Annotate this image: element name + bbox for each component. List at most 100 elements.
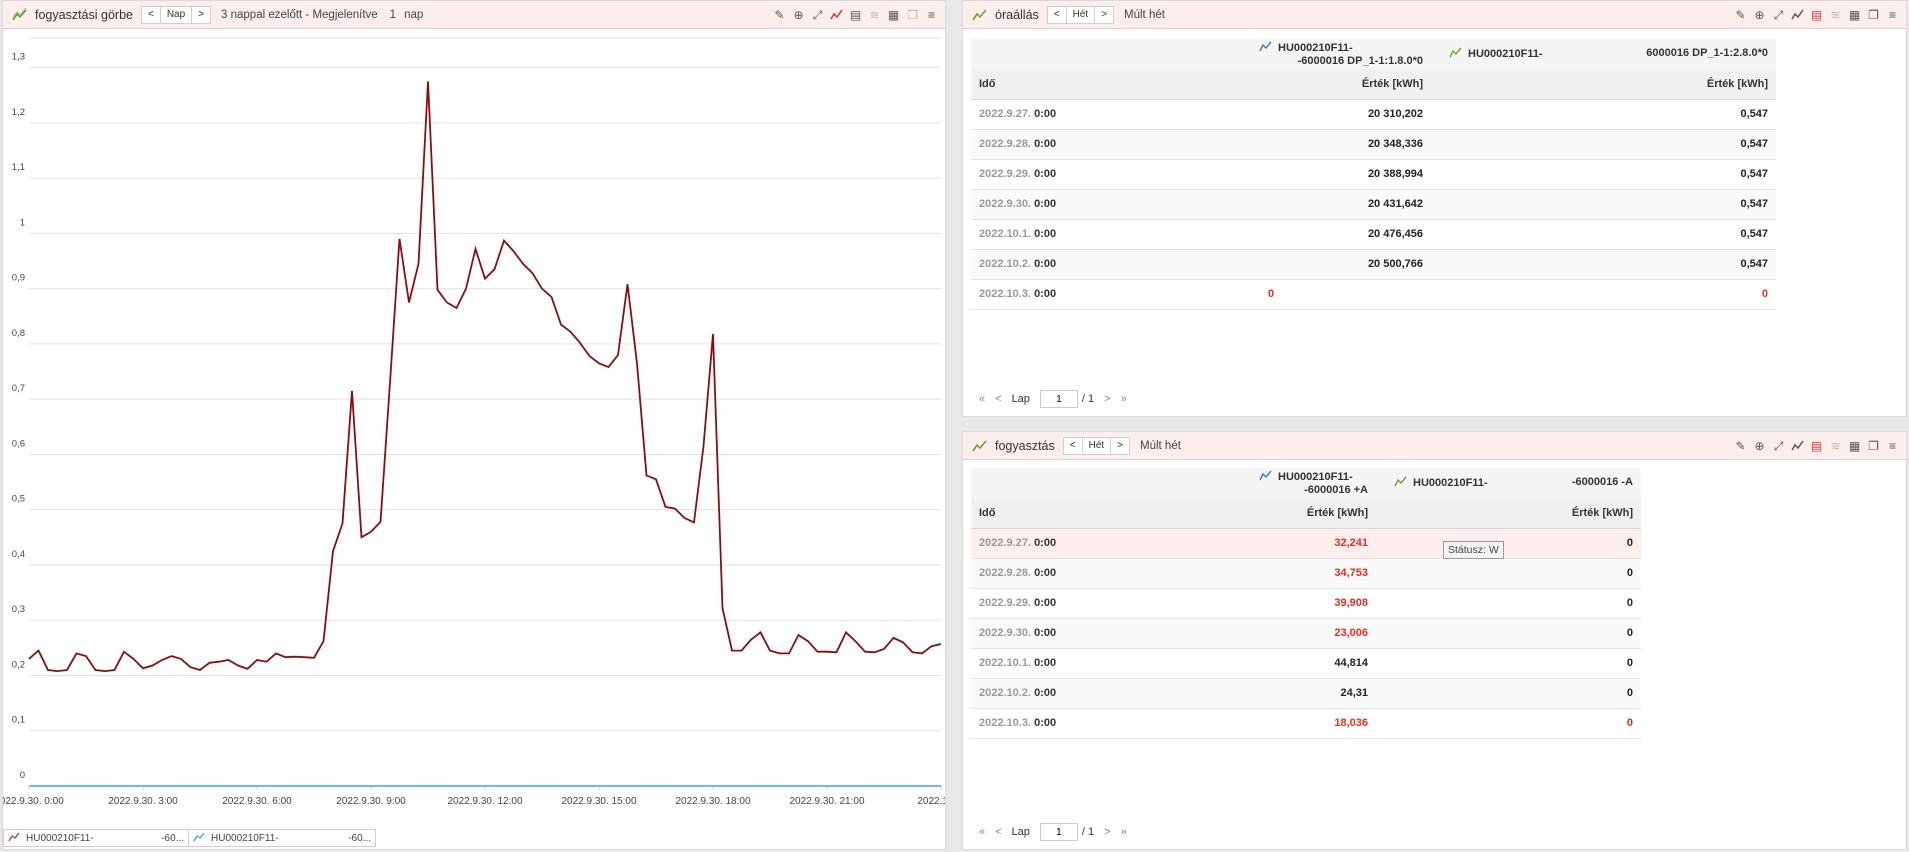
time-cell: 2022.10.3. 0:00	[971, 279, 1111, 310]
expand-icon[interactable]: ⤢	[1771, 439, 1786, 454]
prev-page-button[interactable]: <	[995, 826, 1001, 838]
page-input[interactable]	[1039, 823, 1078, 841]
value-cell-2: 0,547	[1431, 189, 1776, 220]
period-count[interactable]: 1	[390, 9, 396, 21]
document-icon[interactable]: ▤	[848, 8, 863, 23]
prev-period-button[interactable]: <	[1064, 437, 1083, 454]
prev-page-button[interactable]: <	[995, 393, 1001, 405]
expand-icon[interactable]: ⤢	[810, 8, 825, 23]
series-line	[28, 81, 942, 673]
value-cell-2: 0,547	[1431, 129, 1776, 160]
pencil-icon[interactable]: ✎	[1733, 439, 1748, 454]
table-row[interactable]: 2022.9.28. 0:00 34,753 0	[971, 558, 1641, 589]
next-page-button[interactable]: >	[1104, 826, 1110, 838]
table-row[interactable]: 2022.10.3. 0:00 0 0	[971, 279, 1776, 310]
database-icon[interactable]: ≋	[867, 8, 882, 23]
prev-period-button[interactable]: <	[142, 6, 161, 23]
pencil-icon[interactable]: ✎	[1733, 8, 1748, 23]
menu-icon[interactable]: ≡	[924, 8, 939, 23]
prev-period-button[interactable]: <	[1048, 6, 1067, 23]
table-icon[interactable]: ▦	[886, 8, 901, 23]
series-name: HU000210F11-	[1413, 476, 1488, 489]
col-header-value-1[interactable]: Érték [kWh]	[1111, 69, 1431, 100]
value-cell-1: 18,036	[1111, 708, 1376, 739]
col-header-value-2[interactable]: Érték [kWh]	[1376, 498, 1641, 529]
table-row[interactable]: 2022.9.29. 0:00 20 388,994 0,547	[971, 159, 1776, 190]
table-row[interactable]: 2022.9.30. 0:00 23,006 0	[971, 618, 1641, 649]
period-select[interactable]: Hét	[1083, 437, 1112, 454]
period-select[interactable]: Nap	[161, 6, 193, 23]
table-row[interactable]: 2022.10.3. 0:00 18,036 0	[971, 708, 1641, 739]
table-row[interactable]: 2022.9.28. 0:00 20 348,336 0,547	[971, 129, 1776, 160]
table-row[interactable]: 2022.10.2. 0:00 20 500,766 0,547	[971, 249, 1776, 280]
crosshair-icon[interactable]: ⊕	[1752, 8, 1767, 23]
table-icon[interactable]: ▦	[1847, 8, 1862, 23]
next-period-button[interactable]: >	[192, 7, 210, 23]
crosshair-icon[interactable]: ⊕	[791, 8, 806, 23]
date-text: 2022.9.30.	[979, 627, 1031, 639]
value-cell-2: 0,547	[1431, 219, 1776, 250]
status-tooltip: Státusz: W	[1443, 541, 1504, 559]
series-header-2: HU000210F11- 6000016 DP_1-1:2.8.0*0	[1431, 39, 1776, 69]
x-tick-label: 2022.9.30. 18:00	[675, 796, 751, 807]
time-cell: 2022.9.30. 0:00	[971, 618, 1111, 649]
value-cell-1: 20 310,202	[1111, 99, 1431, 130]
panel-toolbar: ✎ ⊕ ⤢ ▤ ≋ ▦ ❐ ≡	[1733, 1, 1900, 29]
series-header-row: HU000210F11- -6000016 +A HU000210F11- -6…	[971, 468, 1641, 498]
document-icon[interactable]: ▤	[1809, 439, 1824, 454]
database-icon[interactable]: ≋	[1828, 439, 1843, 454]
legend-item-1[interactable]: HU000210F11- -60...	[3, 829, 189, 847]
consumption-panel: fogyasztás < Hét > Múlt hét ✎ ⊕ ⤢ ▤ ≋ ▦ …	[962, 431, 1907, 850]
first-page-button[interactable]: «	[979, 826, 985, 838]
document-icon[interactable]: ▤	[1809, 8, 1824, 23]
time-cell: 2022.9.28. 0:00	[971, 558, 1111, 589]
chart-legend: HU000210F11- -60... HU000210F11- -60...	[3, 829, 376, 849]
value-cell-1: 0	[1111, 279, 1431, 310]
crosshair-icon[interactable]: ⊕	[1752, 439, 1767, 454]
x-tick-label: 2022.9.30. 21:00	[789, 796, 865, 807]
copy-icon[interactable]: ❐	[1866, 439, 1881, 454]
time-cell: 2022.10.3. 0:00	[971, 708, 1111, 739]
first-page-button[interactable]: «	[979, 393, 985, 405]
next-period-button[interactable]: >	[1111, 438, 1129, 454]
pencil-icon[interactable]: ✎	[772, 8, 787, 23]
page-total: / 1	[1081, 826, 1095, 838]
line-chart-icon[interactable]	[1790, 439, 1805, 454]
table-row[interactable]: 2022.9.27. 0:00 20 310,202 0,547	[971, 99, 1776, 130]
col-header-time[interactable]: Idő	[971, 69, 1111, 100]
table-row[interactable]: 2022.9.30. 0:00 20 431,642 0,547	[971, 189, 1776, 220]
legend-item-2[interactable]: HU000210F11- -60...	[188, 829, 376, 847]
table-row[interactable]: 2022.9.27. 0:00 32,241 0	[971, 528, 1641, 559]
next-page-button[interactable]: >	[1104, 393, 1110, 405]
copy-icon[interactable]: ❐	[905, 8, 920, 23]
column-header-row: Idő Érték [kWh] Érték [kWh]	[971, 498, 1641, 529]
col-header-value-1[interactable]: Érték [kWh]	[1111, 498, 1376, 529]
next-period-button[interactable]: >	[1095, 7, 1113, 23]
last-page-button[interactable]: »	[1121, 826, 1127, 838]
expand-icon[interactable]: ⤢	[1771, 8, 1786, 23]
line-chart-icon[interactable]	[829, 8, 844, 23]
menu-icon[interactable]: ≡	[1885, 439, 1900, 454]
period-select[interactable]: Hét	[1067, 6, 1096, 23]
col-header-time[interactable]: Idő	[971, 498, 1111, 529]
time-text: 0:00	[1034, 168, 1057, 180]
last-page-button[interactable]: »	[1121, 393, 1127, 405]
database-icon[interactable]: ≋	[1828, 8, 1843, 23]
line-chart-icon[interactable]	[1790, 8, 1805, 23]
table-row[interactable]: 2022.10.2. 0:00 24,31 0	[971, 678, 1641, 709]
table-row[interactable]: 2022.10.1. 0:00 20 476,456 0,547	[971, 219, 1776, 250]
menu-icon[interactable]: ≡	[1885, 8, 1900, 23]
table-row[interactable]: 2022.10.1. 0:00 44,814 0	[971, 648, 1641, 679]
page-input[interactable]	[1039, 390, 1078, 408]
col-header-value-2[interactable]: Érték [kWh]	[1431, 69, 1776, 100]
copy-icon[interactable]: ❐	[1866, 8, 1881, 23]
time-cell: 2022.10.2. 0:00	[971, 678, 1111, 709]
date-text: 2022.9.28.	[979, 138, 1031, 150]
y-tick-label: 0,9	[12, 273, 25, 284]
series-name: HU000210F11-	[1468, 47, 1543, 60]
time-text: 0:00	[1034, 108, 1057, 120]
time-text: 0:00	[1034, 627, 1057, 639]
table-row[interactable]: 2022.9.29. 0:00 39,908 0	[971, 588, 1641, 619]
period-nav: < Hét >	[1062, 436, 1131, 455]
table-icon[interactable]: ▦	[1847, 439, 1862, 454]
